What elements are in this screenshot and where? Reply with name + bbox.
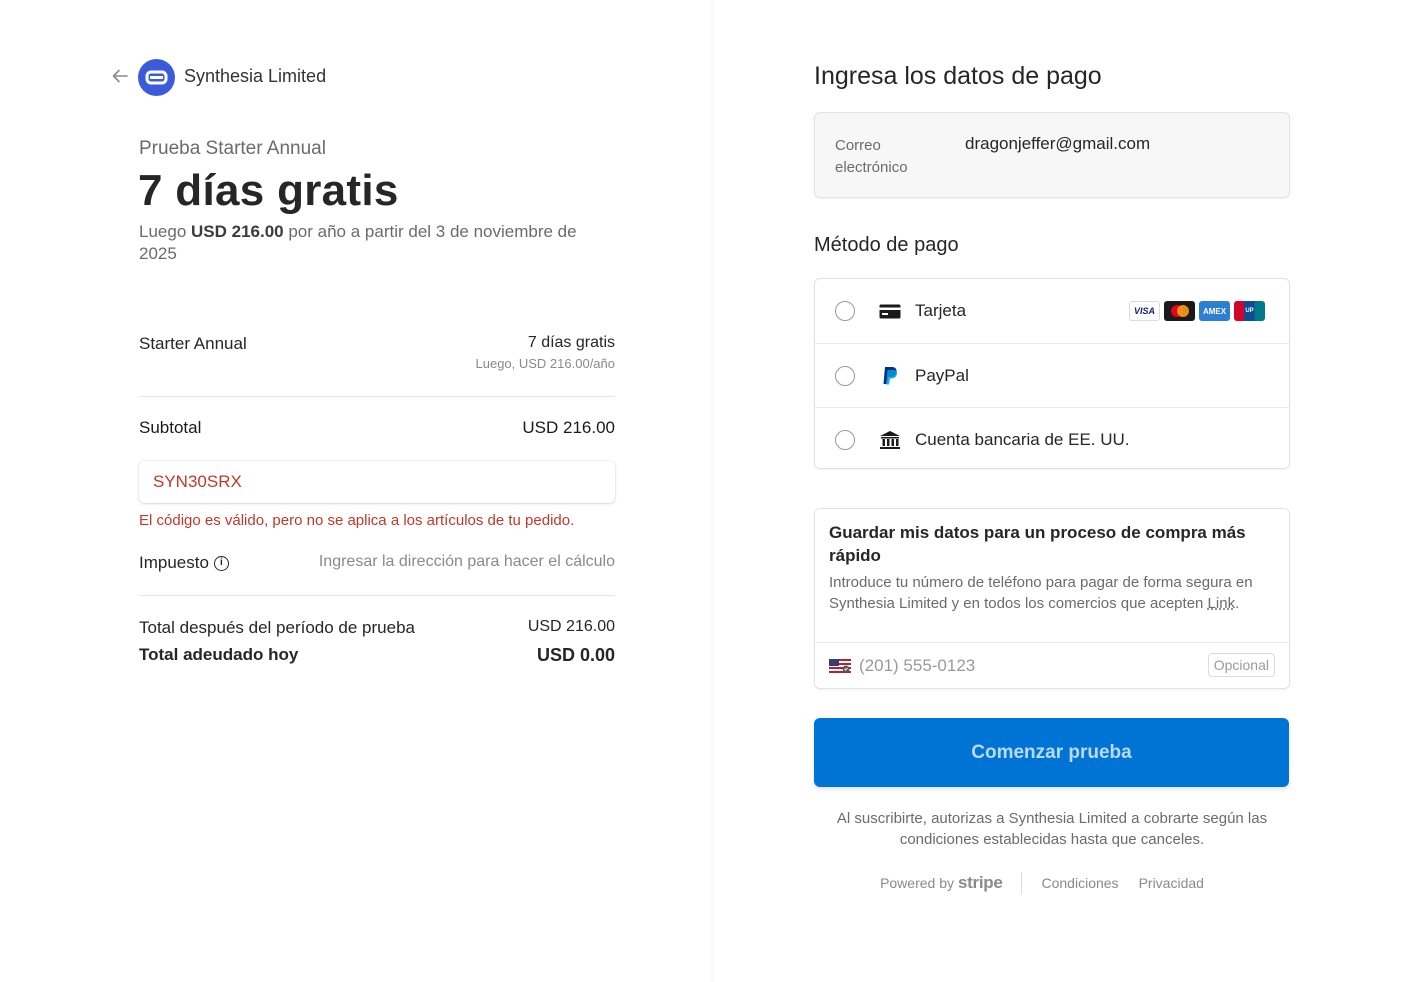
powered-by-stripe[interactable]: Powered by stripe bbox=[880, 873, 1020, 893]
checkout-page: Synthesia Limited Prueba Starter Annual … bbox=[0, 0, 1428, 982]
line-item: Starter Annual 7 días gratis Luego, USD … bbox=[139, 334, 615, 371]
card-label: Tarjeta bbox=[915, 301, 967, 320]
promo-code-error: El código es válido, pero no se aplica a… bbox=[139, 512, 575, 529]
amex-icon: AMEX bbox=[1199, 301, 1230, 321]
start-trial-button[interactable]: Comenzar prueba bbox=[814, 718, 1289, 787]
order-summary-panel: Synthesia Limited Prueba Starter Annual … bbox=[0, 0, 714, 982]
merchant-name: Synthesia Limited bbox=[184, 66, 327, 86]
tax-label: Impuesto bbox=[139, 553, 209, 572]
trial-headline: 7 días gratis bbox=[138, 166, 399, 215]
terms-text: Al suscribirte, autorizas a Synthesia Li… bbox=[836, 810, 1268, 848]
privacy-link[interactable]: Privacidad bbox=[1139, 875, 1204, 891]
card-radio[interactable] bbox=[835, 301, 855, 321]
payment-title: Ingresa los datos de pago bbox=[814, 62, 1102, 90]
paypal-radio[interactable] bbox=[835, 365, 855, 386]
payment-method-list: Tarjeta VISA AMEX UP PayPal Cuenta banca… bbox=[814, 278, 1290, 469]
mastercard-icon bbox=[1164, 301, 1195, 321]
phone-row: Opcional bbox=[815, 642, 1289, 688]
after-trial-total-label: Total después del período de prueba bbox=[139, 618, 415, 637]
line-item-name: Starter Annual bbox=[139, 334, 247, 353]
email-label: Correo electrónico bbox=[835, 137, 908, 176]
email-value: dragonjeffer@gmail.com bbox=[965, 134, 1151, 153]
subtotal-label: Subtotal bbox=[139, 418, 202, 437]
bank-label: Cuenta bancaria de EE. UU. bbox=[915, 429, 1130, 449]
due-today-value: USD 0.00 bbox=[536, 645, 615, 665]
payment-panel: Ingresa los datos de pago Correo electró… bbox=[714, 0, 1428, 982]
arrow-left-icon[interactable] bbox=[110, 66, 132, 88]
line-item-price: 7 días gratis bbox=[527, 334, 615, 351]
divider bbox=[139, 595, 615, 596]
tax-value: Ingresar la dirección para hacer el cálc… bbox=[318, 553, 615, 570]
tax-row: Impuesto i Ingresar la dirección para ha… bbox=[139, 553, 615, 573]
link-desc-end: . bbox=[1235, 595, 1240, 612]
paypal-icon bbox=[879, 366, 901, 386]
visa-icon: VISA bbox=[1129, 301, 1160, 321]
payment-method-bank[interactable]: Cuenta bancaria de EE. UU. bbox=[815, 407, 1289, 471]
bank-radio[interactable] bbox=[835, 429, 855, 450]
subtotal-row: Subtotal USD 216.00 bbox=[139, 418, 615, 438]
card-icon bbox=[879, 301, 901, 321]
powered-by-label: Powered by bbox=[880, 875, 954, 891]
paypal-label: PayPal bbox=[915, 365, 969, 385]
due-today-row: Total adeudado hoy USD 0.00 bbox=[139, 645, 615, 666]
divider bbox=[139, 396, 615, 397]
email-field[interactable]: Correo electrónico dragonjeffer@gmail.co… bbox=[814, 112, 1290, 198]
after-trial-total-row: Total después del período de prueba USD … bbox=[139, 618, 615, 638]
link-description: Introduce tu número de teléfono para pag… bbox=[829, 572, 1279, 614]
promo-code-field[interactable]: SYN30SRX bbox=[139, 461, 615, 503]
trial-plan-label: Prueba Starter Annual bbox=[139, 138, 326, 159]
link-save-info-box: Guardar mis datos para un proceso de com… bbox=[814, 508, 1290, 689]
payment-method-paypal[interactable]: PayPal bbox=[815, 343, 1289, 407]
merchant-logo bbox=[138, 59, 175, 96]
us-flag-icon[interactable] bbox=[829, 659, 851, 673]
optional-badge: Opcional bbox=[1207, 653, 1275, 677]
subtotal-value: USD 216.00 bbox=[522, 418, 615, 437]
trial-subtext-amount: USD 216.00 bbox=[191, 222, 284, 241]
line-item-price-sub: Luego, USD 216.00/año bbox=[475, 356, 616, 371]
payment-method-card[interactable]: Tarjeta VISA AMEX UP bbox=[815, 279, 1289, 343]
unionpay-icon: UP bbox=[1234, 301, 1265, 321]
link-learn-more[interactable]: Link bbox=[1208, 595, 1236, 612]
link-title: Guardar mis datos para un proceso de com… bbox=[829, 523, 1246, 565]
due-today-label: Total adeudado hoy bbox=[139, 645, 299, 664]
line-item-pricing: 7 días gratis Luego, USD 216.00/año bbox=[476, 334, 616, 371]
trial-subtext: Luego USD 216.00 por año a partir del 3 … bbox=[139, 221, 619, 265]
bank-icon bbox=[879, 430, 901, 450]
info-icon[interactable]: i bbox=[213, 555, 229, 571]
after-trial-total-value: USD 216.00 bbox=[527, 618, 615, 635]
footer-divider bbox=[1020, 872, 1022, 894]
footer: Powered by stripe Condiciones Privacidad bbox=[814, 872, 1290, 894]
trial-subtext-prefix: Luego bbox=[139, 222, 191, 241]
terms-link[interactable]: Condiciones bbox=[1042, 875, 1119, 891]
stripe-logo: stripe bbox=[958, 873, 1003, 892]
link-desc-text: Introduce tu número de teléfono para pag… bbox=[829, 574, 1253, 612]
phone-input[interactable] bbox=[859, 654, 1189, 678]
payment-method-title: Método de pago bbox=[814, 234, 959, 256]
tax-label-group: Impuesto i bbox=[139, 553, 229, 573]
card-brands: VISA AMEX UP bbox=[1129, 301, 1265, 321]
